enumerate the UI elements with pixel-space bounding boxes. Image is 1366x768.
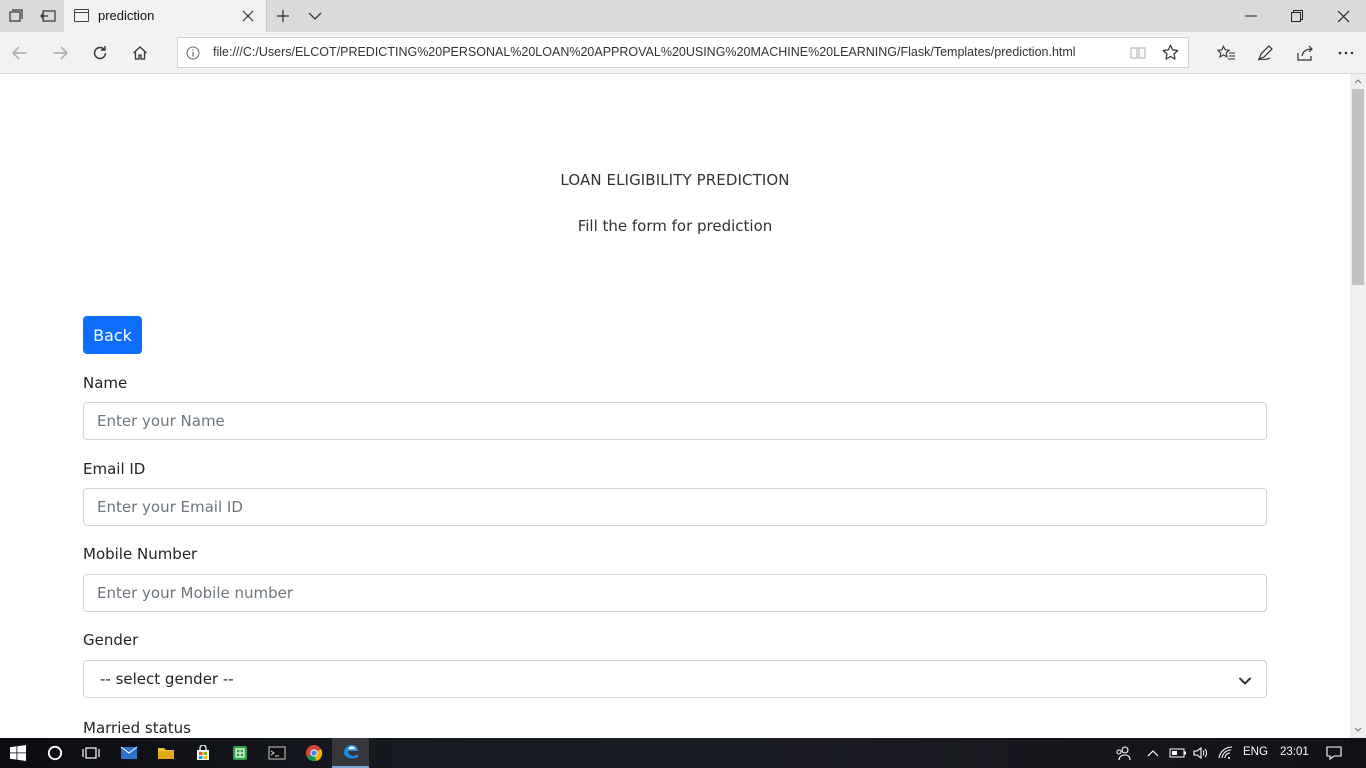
- set-tabs-aside-icon[interactable]: [32, 0, 64, 32]
- page-subtitle: Fill the form for prediction: [577, 217, 773, 235]
- wifi-icon[interactable]: [1213, 738, 1239, 768]
- back-arrow-icon[interactable]: [0, 32, 40, 74]
- info-icon[interactable]: [186, 45, 202, 61]
- chrome-icon[interactable]: [295, 738, 332, 768]
- address-bar[interactable]: file:///C:/Users/ELCOT/PREDICTING%20PERS…: [177, 37, 1189, 68]
- mail-icon[interactable]: [110, 738, 147, 768]
- edge-browser-icon[interactable]: [332, 738, 369, 768]
- chevron-down-icon: [1238, 673, 1252, 687]
- share-icon[interactable]: [1286, 32, 1326, 74]
- name-input[interactable]: [83, 402, 1267, 440]
- tab-groups-icon[interactable]: [0, 0, 32, 32]
- forward-arrow-icon[interactable]: [40, 32, 80, 74]
- gender-select[interactable]: -- select gender --: [83, 660, 1267, 698]
- cortana-icon[interactable]: [36, 738, 73, 768]
- mobile-label: Mobile Number: [83, 545, 198, 563]
- close-tab-icon[interactable]: [234, 0, 262, 32]
- web-note-pen-icon[interactable]: [1246, 32, 1286, 74]
- reading-view-icon[interactable]: [1122, 38, 1154, 67]
- favorites-hub-icon[interactable]: [1206, 32, 1246, 74]
- mobile-input[interactable]: [83, 574, 1267, 612]
- email-label: Email ID: [83, 460, 146, 478]
- minimize-icon[interactable]: [1228, 0, 1274, 32]
- page-viewport: LOAN ELIGIBILITY PREDICTION Fill the for…: [0, 74, 1350, 738]
- store-icon[interactable]: [184, 738, 221, 768]
- show-hidden-icons-chevron-icon[interactable]: [1139, 738, 1167, 768]
- browser-toolbar: file:///C:/Users/ELCOT/PREDICTING%20PERS…: [0, 32, 1366, 74]
- file-explorer-icon[interactable]: [147, 738, 184, 768]
- back-button[interactable]: Back: [83, 316, 142, 354]
- tab-prediction[interactable]: prediction: [64, 0, 267, 32]
- home-icon[interactable]: [120, 32, 160, 74]
- page-icon: [74, 9, 89, 22]
- married-status-label: Married status: [83, 719, 191, 737]
- gender-label: Gender: [83, 631, 139, 649]
- more-menu-icon[interactable]: [1326, 32, 1366, 74]
- restore-icon[interactable]: [1274, 0, 1320, 32]
- volume-icon[interactable]: [1188, 738, 1214, 768]
- command-prompt-icon[interactable]: [258, 738, 295, 768]
- input-language[interactable]: ENG: [1243, 746, 1268, 758]
- tab-preview-chevron-icon[interactable]: [299, 0, 331, 32]
- clock-time[interactable]: 23:01: [1280, 746, 1309, 758]
- refresh-icon[interactable]: [80, 32, 120, 74]
- people-icon[interactable]: [1106, 738, 1140, 768]
- favorite-star-icon[interactable]: [1154, 38, 1186, 67]
- windows-start-icon[interactable]: [0, 738, 36, 768]
- gender-selected-value: -- select gender --: [100, 670, 234, 688]
- task-view-icon[interactable]: [72, 738, 109, 768]
- name-label: Name: [83, 374, 128, 392]
- page-title: LOAN ELIGIBILITY PREDICTION: [560, 171, 790, 189]
- windows-taskbar: ENG 23:01: [0, 738, 1366, 768]
- page-scrollbar[interactable]: [1350, 74, 1366, 738]
- url-text: file:///C:/Users/ELCOT/PREDICTING%20PERS…: [213, 45, 1076, 59]
- scroll-thumb[interactable]: [1352, 89, 1364, 285]
- close-window-icon[interactable]: [1320, 0, 1366, 32]
- scroll-down-icon[interactable]: [1354, 726, 1362, 734]
- email-input[interactable]: [83, 488, 1267, 526]
- tab-title: prediction: [98, 8, 155, 23]
- green-app-icon[interactable]: [221, 738, 258, 768]
- scroll-up-icon[interactable]: [1354, 77, 1362, 85]
- action-center-icon[interactable]: [1318, 738, 1350, 768]
- browser-tab-strip: prediction: [0, 0, 1366, 32]
- new-tab-icon[interactable]: [267, 0, 299, 32]
